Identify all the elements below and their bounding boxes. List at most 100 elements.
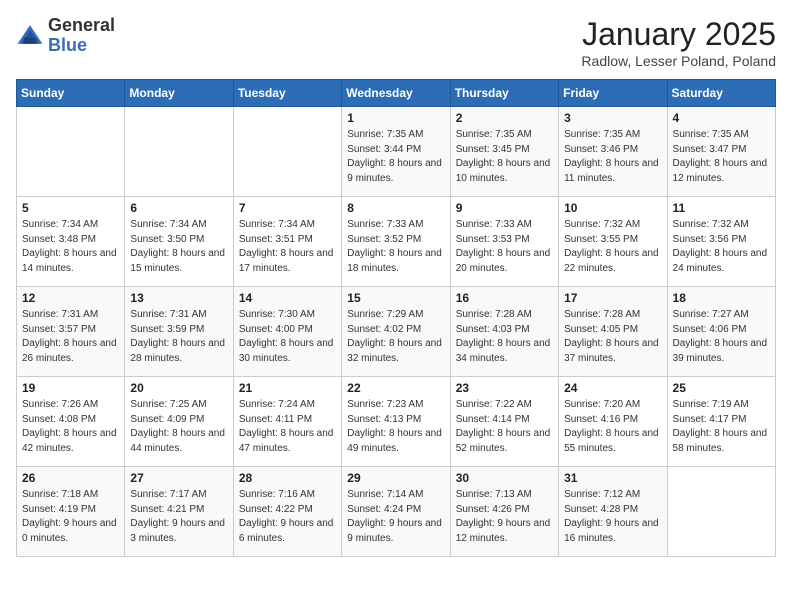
day-number: 5 [22,201,119,215]
header-sunday: Sunday [17,80,125,107]
table-row: 9 Sunrise: 7:33 AM Sunset: 3:53 PM Daylig… [450,197,558,287]
logo: General Blue [16,16,115,56]
day-number: 9 [456,201,553,215]
month-title: January 2025 [581,16,776,53]
table-row: 20 Sunrise: 7:25 AM Sunset: 4:09 PM Dayli… [125,377,233,467]
day-number: 10 [564,201,661,215]
header-monday: Monday [125,80,233,107]
day-number: 27 [130,471,227,485]
day-number: 28 [239,471,336,485]
table-row [667,467,775,557]
table-row: 14Sunrise: 7:30 AM Sunset: 4:00 PM Dayli… [233,287,341,377]
day-info: Sunrise: 7:26 AM Sunset: 4:08 PM Dayligh… [22,398,119,456]
calendar-table: Sunday Monday Tuesday Wednesday Thursday… [16,79,776,557]
table-row: 19 Sunrise: 7:26 AM Sunset: 4:08 PM Dayli… [17,377,125,467]
logo-general-text: General [48,15,115,35]
table-row: 7 Sunrise: 7:34 AM Sunset: 3:51 PM Daylig… [233,197,341,287]
day-info: Sunrise: 7:16 AM Sunset: 4:22 PM Dayligh… [239,488,336,546]
table-row [125,107,233,197]
day-number: 8 [347,201,444,215]
day-number: 31 [564,471,661,485]
day-info: Sunrise: 7:23 AM Sunset: 4:13 PM Dayligh… [347,398,444,456]
day-info: Sunrise: 7:33 AM Sunset: 3:53 PM Dayligh… [456,218,553,276]
day-number: 4 [673,111,770,125]
day-info: Sunrise: 7:34 AM Sunset: 3:50 PM Dayligh… [130,218,227,276]
day-number: 11 [673,201,770,215]
day-number: 22 [347,381,444,395]
day-info: Sunrise: 7:28 AM Sunset: 4:03 PM Dayligh… [456,308,553,366]
table-row [233,107,341,197]
day-info: Sunrise: 7:31 AM Sunset: 3:59 PM Dayligh… [130,308,227,366]
table-row: 18 Sunrise: 7:27 AM Sunset: 4:06 PM Dayli… [667,287,775,377]
table-row: 5 Sunrise: 7:34 AM Sunset: 3:48 PM Daylig… [17,197,125,287]
day-number: 3 [564,111,661,125]
table-row: 1Sunrise: 7:35 AM Sunset: 3:44 PM Daylig… [342,107,450,197]
logo-blue-text: Blue [48,35,87,55]
table-row: 22 Sunrise: 7:23 AM Sunset: 4:13 PM Dayli… [342,377,450,467]
day-info: Sunrise: 7:20 AM Sunset: 4:16 PM Dayligh… [564,398,661,456]
day-info: Sunrise: 7:14 AM Sunset: 4:24 PM Dayligh… [347,488,444,546]
day-info: Sunrise: 7:35 AM Sunset: 3:45 PM Dayligh… [456,128,553,186]
day-info: Sunrise: 7:31 AM Sunset: 3:57 PM Dayligh… [22,308,119,366]
day-info: Sunrise: 7:34 AM Sunset: 3:48 PM Dayligh… [22,218,119,276]
table-row: 3 Sunrise: 7:35 AM Sunset: 3:46 PM Daylig… [559,107,667,197]
day-info: Sunrise: 7:32 AM Sunset: 3:56 PM Dayligh… [673,218,770,276]
day-number: 12 [22,291,119,305]
day-number: 6 [130,201,227,215]
day-number: 15 [347,291,444,305]
table-row: 30 Sunrise: 7:13 AM Sunset: 4:26 PM Dayli… [450,467,558,557]
table-row: 15 Sunrise: 7:29 AM Sunset: 4:02 PM Dayli… [342,287,450,377]
day-info: Sunrise: 7:33 AM Sunset: 3:52 PM Dayligh… [347,218,444,276]
location-subtitle: Radlow, Lesser Poland, Poland [581,53,776,69]
table-row: 24 Sunrise: 7:20 AM Sunset: 4:16 PM Dayli… [559,377,667,467]
header-friday: Friday [559,80,667,107]
day-number: 19 [22,381,119,395]
day-number: 7 [239,201,336,215]
day-number: 17 [564,291,661,305]
day-number: 23 [456,381,553,395]
table-row [17,107,125,197]
table-row: 21Sunrise: 7:24 AM Sunset: 4:11 PM Dayli… [233,377,341,467]
header-tuesday: Tuesday [233,80,341,107]
day-number: 26 [22,471,119,485]
table-row: 16 Sunrise: 7:28 AM Sunset: 4:03 PM Dayli… [450,287,558,377]
day-number: 30 [456,471,553,485]
day-info: Sunrise: 7:22 AM Sunset: 4:14 PM Dayligh… [456,398,553,456]
day-number: 20 [130,381,227,395]
header-wednesday: Wednesday [342,80,450,107]
table-row: 26 Sunrise: 7:18 AM Sunset: 4:19 PM Dayli… [17,467,125,557]
table-row: 25Sunrise: 7:19 AM Sunset: 4:17 PM Dayli… [667,377,775,467]
table-row: 10 Sunrise: 7:32 AM Sunset: 3:55 PM Dayli… [559,197,667,287]
table-row: 4 Sunrise: 7:35 AM Sunset: 3:47 PM Daylig… [667,107,775,197]
day-info: Sunrise: 7:17 AM Sunset: 4:21 PM Dayligh… [130,488,227,546]
day-number: 21 [239,381,336,395]
day-info: Sunrise: 7:29 AM Sunset: 4:02 PM Dayligh… [347,308,444,366]
day-number: 16 [456,291,553,305]
table-row: 11 Sunrise: 7:32 AM Sunset: 3:56 PM Dayli… [667,197,775,287]
day-info: Sunrise: 7:27 AM Sunset: 4:06 PM Dayligh… [673,308,770,366]
page-header: General Blue January 2025 Radlow, Lesser… [16,16,776,69]
table-row: 17 Sunrise: 7:28 AM Sunset: 4:05 PM Dayli… [559,287,667,377]
day-number: 18 [673,291,770,305]
day-info: Sunrise: 7:13 AM Sunset: 4:26 PM Dayligh… [456,488,553,546]
logo-icon [16,22,44,50]
table-row: 31Sunrise: 7:12 AM Sunset: 4:28 PM Dayli… [559,467,667,557]
day-info: Sunrise: 7:25 AM Sunset: 4:09 PM Dayligh… [130,398,227,456]
header-saturday: Saturday [667,80,775,107]
day-number: 24 [564,381,661,395]
day-info: Sunrise: 7:34 AM Sunset: 3:51 PM Dayligh… [239,218,336,276]
day-info: Sunrise: 7:32 AM Sunset: 3:55 PM Dayligh… [564,218,661,276]
day-info: Sunrise: 7:35 AM Sunset: 3:46 PM Dayligh… [564,128,661,186]
day-info: Sunrise: 7:28 AM Sunset: 4:05 PM Dayligh… [564,308,661,366]
table-row: 28 Sunrise: 7:16 AM Sunset: 4:22 PM Dayli… [233,467,341,557]
table-row: 29Sunrise: 7:14 AM Sunset: 4:24 PM Dayli… [342,467,450,557]
table-row: 8 Sunrise: 7:33 AM Sunset: 3:52 PM Daylig… [342,197,450,287]
day-info: Sunrise: 7:35 AM Sunset: 3:47 PM Dayligh… [673,128,770,186]
day-info: Sunrise: 7:18 AM Sunset: 4:19 PM Dayligh… [22,488,119,546]
day-info: Sunrise: 7:19 AM Sunset: 4:17 PM Dayligh… [673,398,770,456]
day-number: 2 [456,111,553,125]
header-thursday: Thursday [450,80,558,107]
calendar-body: 1Sunrise: 7:35 AM Sunset: 3:44 PM Daylig… [17,107,776,557]
table-row: 23 Sunrise: 7:22 AM Sunset: 4:14 PM Dayli… [450,377,558,467]
calendar-header: Sunday Monday Tuesday Wednesday Thursday… [17,80,776,107]
